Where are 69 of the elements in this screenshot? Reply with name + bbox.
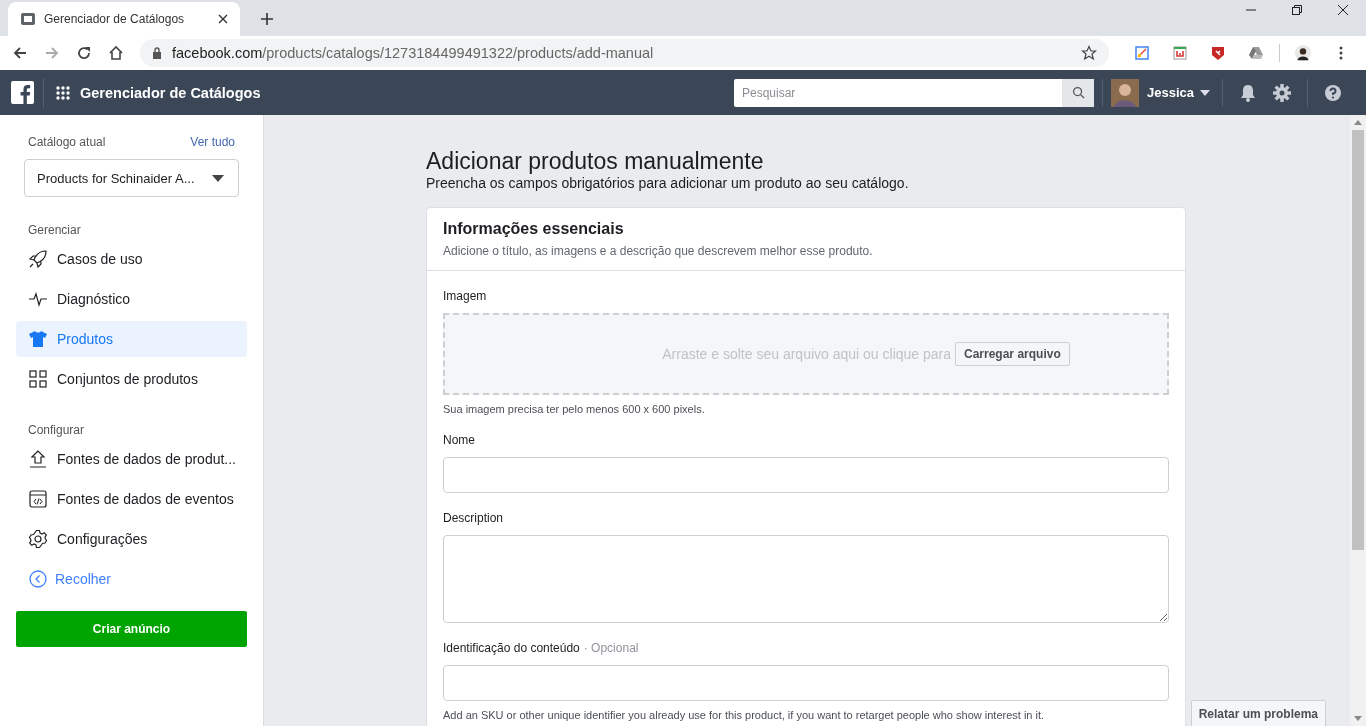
- shield-icon[interactable]: [1210, 45, 1226, 61]
- section-label: Configurar: [27, 422, 86, 439]
- sidebar-item[interactable]: Fontes de dados de produt...: [16, 441, 247, 477]
- page-icon: [20, 11, 36, 27]
- page-subtitle: Preencha os campos obrigatórios para adicionar um produto ao seu catálogo.: [426, 175, 910, 191]
- search-field[interactable]: Pesquisar: [734, 78, 1062, 107]
- scroll-thumb[interactable]: [1352, 130, 1364, 550]
- sidebar-item[interactable]: Casos de uso: [16, 241, 247, 277]
- lock-icon: [152, 47, 162, 59]
- close-icon[interactable]: [218, 14, 228, 24]
- app-title: Gerenciador de Catálogos: [80, 84, 261, 101]
- page-title: Adicionar produtos manualmente: [426, 147, 765, 175]
- home-icon[interactable]: [108, 45, 124, 61]
- shirt-icon: [28, 329, 48, 349]
- field-label: Imagem: [443, 289, 488, 303]
- field-hint: Add an SKU or other unique identifier you already use for this product, if you want to retarget people who show interest in it.: [443, 709, 1046, 721]
- text-field[interactable]: [443, 457, 1169, 493]
- new-tab-icon[interactable]: [260, 12, 274, 26]
- field-label: Nome: [443, 433, 476, 447]
- section-label: Catálogo atual: [28, 135, 106, 149]
- grid-icon: [28, 369, 48, 389]
- tab-title: Gerenciador de Catálogos: [44, 12, 186, 26]
- address-bar[interactable]: facebook.com/products/catalogs/1273184499491322/products/add-manual: [140, 39, 1109, 67]
- section-label: Gerenciar: [27, 222, 82, 239]
- bell-icon[interactable]: [1238, 82, 1258, 103]
- sidebar-item[interactable]: Produtos: [16, 321, 247, 357]
- rocket-icon: [28, 249, 48, 269]
- back-icon[interactable]: [12, 45, 28, 61]
- settings-icon[interactable]: [1272, 82, 1292, 103]
- apps-icon[interactable]: [56, 85, 70, 100]
- text-field[interactable]: [443, 665, 1169, 701]
- extension-icon[interactable]: [1134, 45, 1150, 61]
- star-icon[interactable]: [1081, 45, 1097, 61]
- logo-icon[interactable]: [11, 81, 34, 104]
- sidebar-item[interactable]: Configurações: [16, 521, 247, 557]
- card-subtitle: Adicione o título, as imagens e a descrição que descrevem melhor esse produto.: [443, 244, 874, 258]
- extension-icon[interactable]: [1172, 45, 1188, 61]
- user-name[interactable]: Jessica: [1147, 85, 1194, 100]
- code-window-icon: [28, 489, 48, 509]
- scrollbar[interactable]: [1350, 115, 1366, 726]
- restore-icon[interactable]: [1291, 4, 1303, 16]
- help-icon[interactable]: [1323, 82, 1343, 103]
- scroll-down-icon[interactable]: [1354, 716, 1362, 721]
- see-all-link[interactable]: Ver tudo: [190, 135, 235, 149]
- chevron-left-icon: [28, 569, 48, 589]
- sidebar-item[interactable]: Diagnóstico: [16, 281, 247, 317]
- field-label: Identificação do conteúdo · Opcional: [443, 641, 640, 655]
- upload-button[interactable]: Carregar arquivo: [955, 342, 1070, 366]
- report-button[interactable]: Relatar um problema: [1190, 700, 1326, 726]
- sidebar-item[interactable]: Fontes de dados de eventos: [16, 481, 247, 517]
- drive-icon[interactable]: [1248, 45, 1264, 61]
- browser-tab[interactable]: Gerenciador de Catálogos: [8, 2, 240, 36]
- field-label: Description: [443, 511, 505, 525]
- collapse-link[interactable]: Recolher: [16, 561, 247, 597]
- catalog-dropdown[interactable]: Products for Schinaider A...: [24, 159, 239, 197]
- caret-icon[interactable]: [1200, 89, 1210, 96]
- settings-icon: [28, 529, 48, 549]
- url-text: facebook.com/products/catalogs/1273184499491322/products/add-manual: [172, 45, 655, 61]
- search-button[interactable]: [1062, 78, 1094, 107]
- close-icon[interactable]: [1337, 4, 1349, 16]
- card-title: Informações essenciais: [443, 220, 625, 238]
- search-icon: [1071, 86, 1085, 99]
- avatar-icon[interactable]: [1295, 45, 1311, 61]
- caret-icon: [212, 174, 224, 182]
- scroll-up-icon[interactable]: [1354, 120, 1362, 125]
- sidebar-item[interactable]: Conjuntos de produtos: [16, 361, 247, 397]
- field-hint: Sua imagem precisa ter pelo menos 600 x 600 pixels.: [443, 403, 706, 415]
- reload-icon[interactable]: [76, 45, 92, 61]
- upload-icon: [28, 449, 48, 469]
